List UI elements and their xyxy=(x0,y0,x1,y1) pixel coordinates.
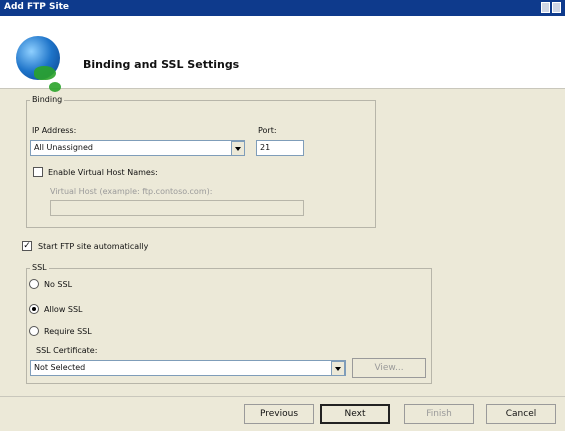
view-certificate-button[interactable]: View... xyxy=(352,358,426,378)
ssl-certificate-label: SSL Certificate: xyxy=(36,346,98,355)
next-button[interactable]: Next xyxy=(320,404,390,424)
page-title: Binding and SSL Settings xyxy=(83,58,240,71)
virtual-host-field-label: Virtual Host (example: ftp.contoso.com): xyxy=(50,187,213,196)
globe-continent-shape xyxy=(34,66,56,80)
title-bar-buttons xyxy=(541,2,561,13)
globe-icon xyxy=(16,36,61,92)
previous-button[interactable]: Previous xyxy=(244,404,314,424)
allow-ssl-radio[interactable] xyxy=(29,304,39,314)
ssl-certificate-dropdown-arrow[interactable] xyxy=(331,361,345,376)
ssl-certificate-dropdown[interactable]: Not Selected xyxy=(30,360,346,376)
finish-button[interactable]: Finish xyxy=(404,404,474,424)
require-ssl-radio[interactable] xyxy=(29,326,39,336)
footer-divider xyxy=(0,396,565,397)
cancel-button[interactable]: Cancel xyxy=(486,404,556,424)
ip-address-dropdown[interactable]: All Unassigned xyxy=(30,140,245,156)
binding-group-label: Binding xyxy=(30,95,65,104)
ip-address-label: IP Address: xyxy=(32,126,77,135)
ip-address-dropdown-arrow[interactable] xyxy=(231,141,245,156)
enable-virtual-host-label: Enable Virtual Host Names: xyxy=(48,168,158,177)
start-automatically-checkbox[interactable]: ✓ xyxy=(22,241,32,251)
dialog-header: Binding and SSL Settings xyxy=(0,16,565,92)
ssl-group-label: SSL xyxy=(30,263,49,272)
no-ssl-label: No SSL xyxy=(44,280,73,289)
start-automatically-label: Start FTP site automatically xyxy=(38,242,149,251)
no-ssl-radio[interactable] xyxy=(29,279,39,289)
enable-virtual-host-checkbox[interactable] xyxy=(33,167,43,177)
globe-continent-shape xyxy=(49,82,61,92)
help-button[interactable] xyxy=(541,2,550,13)
require-ssl-label: Require SSL xyxy=(44,327,92,336)
add-ftp-site-dialog: Add FTP Site Binding and SSL Settings Bi… xyxy=(0,0,565,431)
close-button[interactable] xyxy=(552,2,561,13)
port-label: Port: xyxy=(258,126,277,135)
virtual-host-input[interactable] xyxy=(50,200,304,216)
title-bar: Add FTP Site xyxy=(0,0,565,16)
port-input[interactable]: 21 xyxy=(256,140,304,156)
allow-ssl-label: Allow SSL xyxy=(44,305,83,314)
window-title: Add FTP Site xyxy=(4,2,69,12)
